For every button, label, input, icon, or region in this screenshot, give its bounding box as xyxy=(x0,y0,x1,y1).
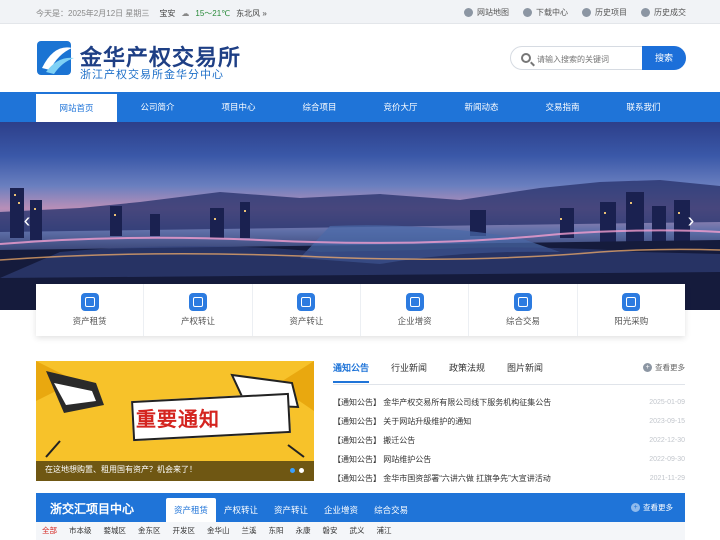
news-item[interactable]: 【通知公告】 搬迁公告 2022-12-30 xyxy=(333,431,685,450)
asset-lease-icon xyxy=(80,293,99,311)
news-date: 2022-12-30 xyxy=(649,437,685,444)
equity-transfer-icon xyxy=(188,293,207,311)
tab-notices[interactable]: 通知公告 xyxy=(333,361,370,384)
area-item[interactable]: 浦江 xyxy=(371,522,398,540)
plus-icon: + xyxy=(631,503,640,512)
history-deals-link[interactable]: 历史成交 xyxy=(641,7,686,18)
notice-carousel[interactable]: 重要通知 在这地想购置、租用国有资产？机会来了！ xyxy=(36,361,314,481)
asset-transfer-icon xyxy=(297,293,316,311)
search-box: 搜索 xyxy=(510,46,686,70)
sitemap-icon xyxy=(464,8,473,17)
search-input[interactable] xyxy=(537,51,637,67)
ptab-asset-lease[interactable]: 资产租赁 xyxy=(166,498,217,522)
site-subtitle: 浙江产权交易所金华分中心 xyxy=(80,69,224,81)
ptab-equity-transfer[interactable]: 产权转让 xyxy=(216,498,266,522)
banner-prev-arrow[interactable]: ‹ xyxy=(20,208,34,234)
date-weather: 今天是：2025年2月12日 星期三 宝安 ☁ 15～21℃ 东北风 » xyxy=(36,8,267,19)
news-date: 2022-09-30 xyxy=(649,456,685,463)
news-date: 2025-01-09 xyxy=(649,399,685,406)
nav-about[interactable]: 公司简介 xyxy=(117,92,198,122)
download-center-link[interactable]: 下载中心 xyxy=(523,7,568,18)
cart-icon xyxy=(622,293,641,311)
weather-wind[interactable]: 东北风 » xyxy=(236,8,267,19)
area-filter: 全部 市本级 婺城区 金东区 开发区 金华山 兰溪 东阳 永康 磐安 武义 浦江 xyxy=(36,522,685,540)
notice-caption[interactable]: 在这地想购置、租用国有资产？机会来了！ xyxy=(45,464,197,475)
tab-policy[interactable]: 政策法规 xyxy=(449,361,485,384)
history-icon xyxy=(582,8,591,17)
service-sunshine-purchase[interactable]: 阳光采购 xyxy=(578,284,685,336)
nav-guide[interactable]: 交易指南 xyxy=(522,92,603,122)
ptab-comprehensive[interactable]: 综合交易 xyxy=(366,498,416,522)
news-item[interactable]: 【通知公告】 金华产权交易所有限公司线下服务机构征集公告 2025-01-09 xyxy=(333,393,685,412)
nav-home[interactable]: 网站首页 xyxy=(36,92,117,122)
service-capital-increase[interactable]: 企业增资 xyxy=(361,284,470,336)
plus-icon: + xyxy=(643,363,652,372)
banner-next-arrow[interactable]: › xyxy=(684,208,698,234)
news-date: 2021-11-29 xyxy=(649,475,685,482)
area-item[interactable]: 东阳 xyxy=(263,522,290,540)
carousel-dot-2[interactable] xyxy=(299,468,304,473)
area-item[interactable]: 金华山 xyxy=(201,522,236,540)
area-item[interactable]: 磐安 xyxy=(317,522,344,540)
area-all[interactable]: 全部 xyxy=(36,522,63,540)
weather-temp: 15～21℃ xyxy=(195,9,231,18)
nav-contact[interactable]: 联系我们 xyxy=(603,92,684,122)
top-bar: 今天是：2025年2月12日 星期三 宝安 ☁ 15～21℃ 东北风 » 网站地… xyxy=(0,0,720,24)
project-more-link[interactable]: + 查看更多 xyxy=(631,502,673,513)
deals-icon xyxy=(641,8,650,17)
area-item[interactable]: 兰溪 xyxy=(236,522,263,540)
tab-industry-news[interactable]: 行业新闻 xyxy=(391,361,427,384)
nav-news[interactable]: 新闻动态 xyxy=(441,92,522,122)
area-item[interactable]: 市本级 xyxy=(63,522,98,540)
ptab-capital-increase[interactable]: 企业增资 xyxy=(316,498,366,522)
weather-city: 宝安 xyxy=(159,9,176,18)
area-item[interactable]: 金东区 xyxy=(132,522,167,540)
area-item[interactable]: 开发区 xyxy=(167,522,202,540)
area-item[interactable]: 武义 xyxy=(344,522,371,540)
news-tabs: 通知公告 行业新闻 政策法规 图片新闻 + 查看更多 xyxy=(333,361,685,385)
city-night-image xyxy=(0,180,720,310)
date-text: 今天是：2025年2月12日 星期三 xyxy=(36,9,150,18)
service-asset-transfer[interactable]: 资产转让 xyxy=(253,284,361,336)
main-nav: 网站首页 公司简介 项目中心 综合项目 竞价大厅 新闻动态 交易指南 联系我们 xyxy=(0,92,720,122)
carousel-dots xyxy=(290,468,304,473)
nav-bidding-hall[interactable]: 竞价大厅 xyxy=(360,92,441,122)
area-item[interactable]: 婺城区 xyxy=(98,522,133,540)
project-center: 浙交汇项目中心 资产租赁 产权转让 资产转让 企业增资 综合交易 + 查看更多 全… xyxy=(36,493,685,540)
tab-photo-news[interactable]: 图片新闻 xyxy=(507,361,543,384)
download-icon xyxy=(523,8,532,17)
sitemap-link[interactable]: 网站地图 xyxy=(464,7,509,18)
top-links: 网站地图 下载中心 历史项目 历史成交 xyxy=(464,7,686,18)
page: 今天是：2025年2月12日 星期三 宝安 ☁ 15～21℃ 东北风 » 网站地… xyxy=(0,0,720,540)
comprehensive-trade-icon xyxy=(513,293,532,311)
news-item[interactable]: 【通知公告】 金华市国资部署“六讲六做 扛旗争先”大宣讲活动 2021-11-29 xyxy=(333,469,685,488)
service-cards: 资产租赁 产权转让 资产转让 企业增资 综合交易 阳光采购 xyxy=(36,284,685,336)
capital-increase-icon xyxy=(405,293,424,311)
news-panel: 通知公告 行业新闻 政策法规 图片新闻 + 查看更多 【通知公告】 金华产权交易所… xyxy=(333,361,685,483)
service-comprehensive[interactable]: 综合交易 xyxy=(469,284,578,336)
news-more-link[interactable]: + 查看更多 xyxy=(643,362,685,373)
ptab-asset-transfer[interactable]: 资产转让 xyxy=(266,498,316,522)
area-item[interactable]: 永康 xyxy=(290,522,317,540)
service-equity-transfer[interactable]: 产权转让 xyxy=(144,284,253,336)
nav-projects[interactable]: 项目中心 xyxy=(198,92,279,122)
search-button[interactable]: 搜索 xyxy=(642,46,686,70)
header: 金华产权交易所 浙江产权交易所金华分中心 搜索 xyxy=(0,24,720,92)
news-item[interactable]: 【通知公告】 网站维护公告 2022-09-30 xyxy=(333,450,685,469)
project-tabs: 资产租赁 产权转让 资产转让 企业增资 综合交易 xyxy=(166,498,416,522)
news-item[interactable]: 【通知公告】 关于网站升级维护的通知 2023-09-15 xyxy=(333,412,685,431)
notice-headline: 重要通知 xyxy=(136,409,220,431)
search-icon xyxy=(521,53,531,63)
weather-cloud-icon: ☁ xyxy=(181,9,190,18)
project-center-title: 浙交汇项目中心 xyxy=(50,502,135,516)
project-center-bar: 浙交汇项目中心 资产租赁 产权转让 资产转让 企业增资 综合交易 + 查看更多 xyxy=(36,493,685,522)
history-projects-link[interactable]: 历史项目 xyxy=(582,7,627,18)
service-asset-lease[interactable]: 资产租赁 xyxy=(36,284,145,336)
carousel-dot-1[interactable] xyxy=(290,468,295,473)
nav-comprehensive[interactable]: 综合项目 xyxy=(279,92,360,122)
logo-icon[interactable] xyxy=(36,38,76,78)
hero-banner[interactable]: ‹ › xyxy=(0,122,720,310)
news-date: 2023-09-15 xyxy=(649,418,685,425)
